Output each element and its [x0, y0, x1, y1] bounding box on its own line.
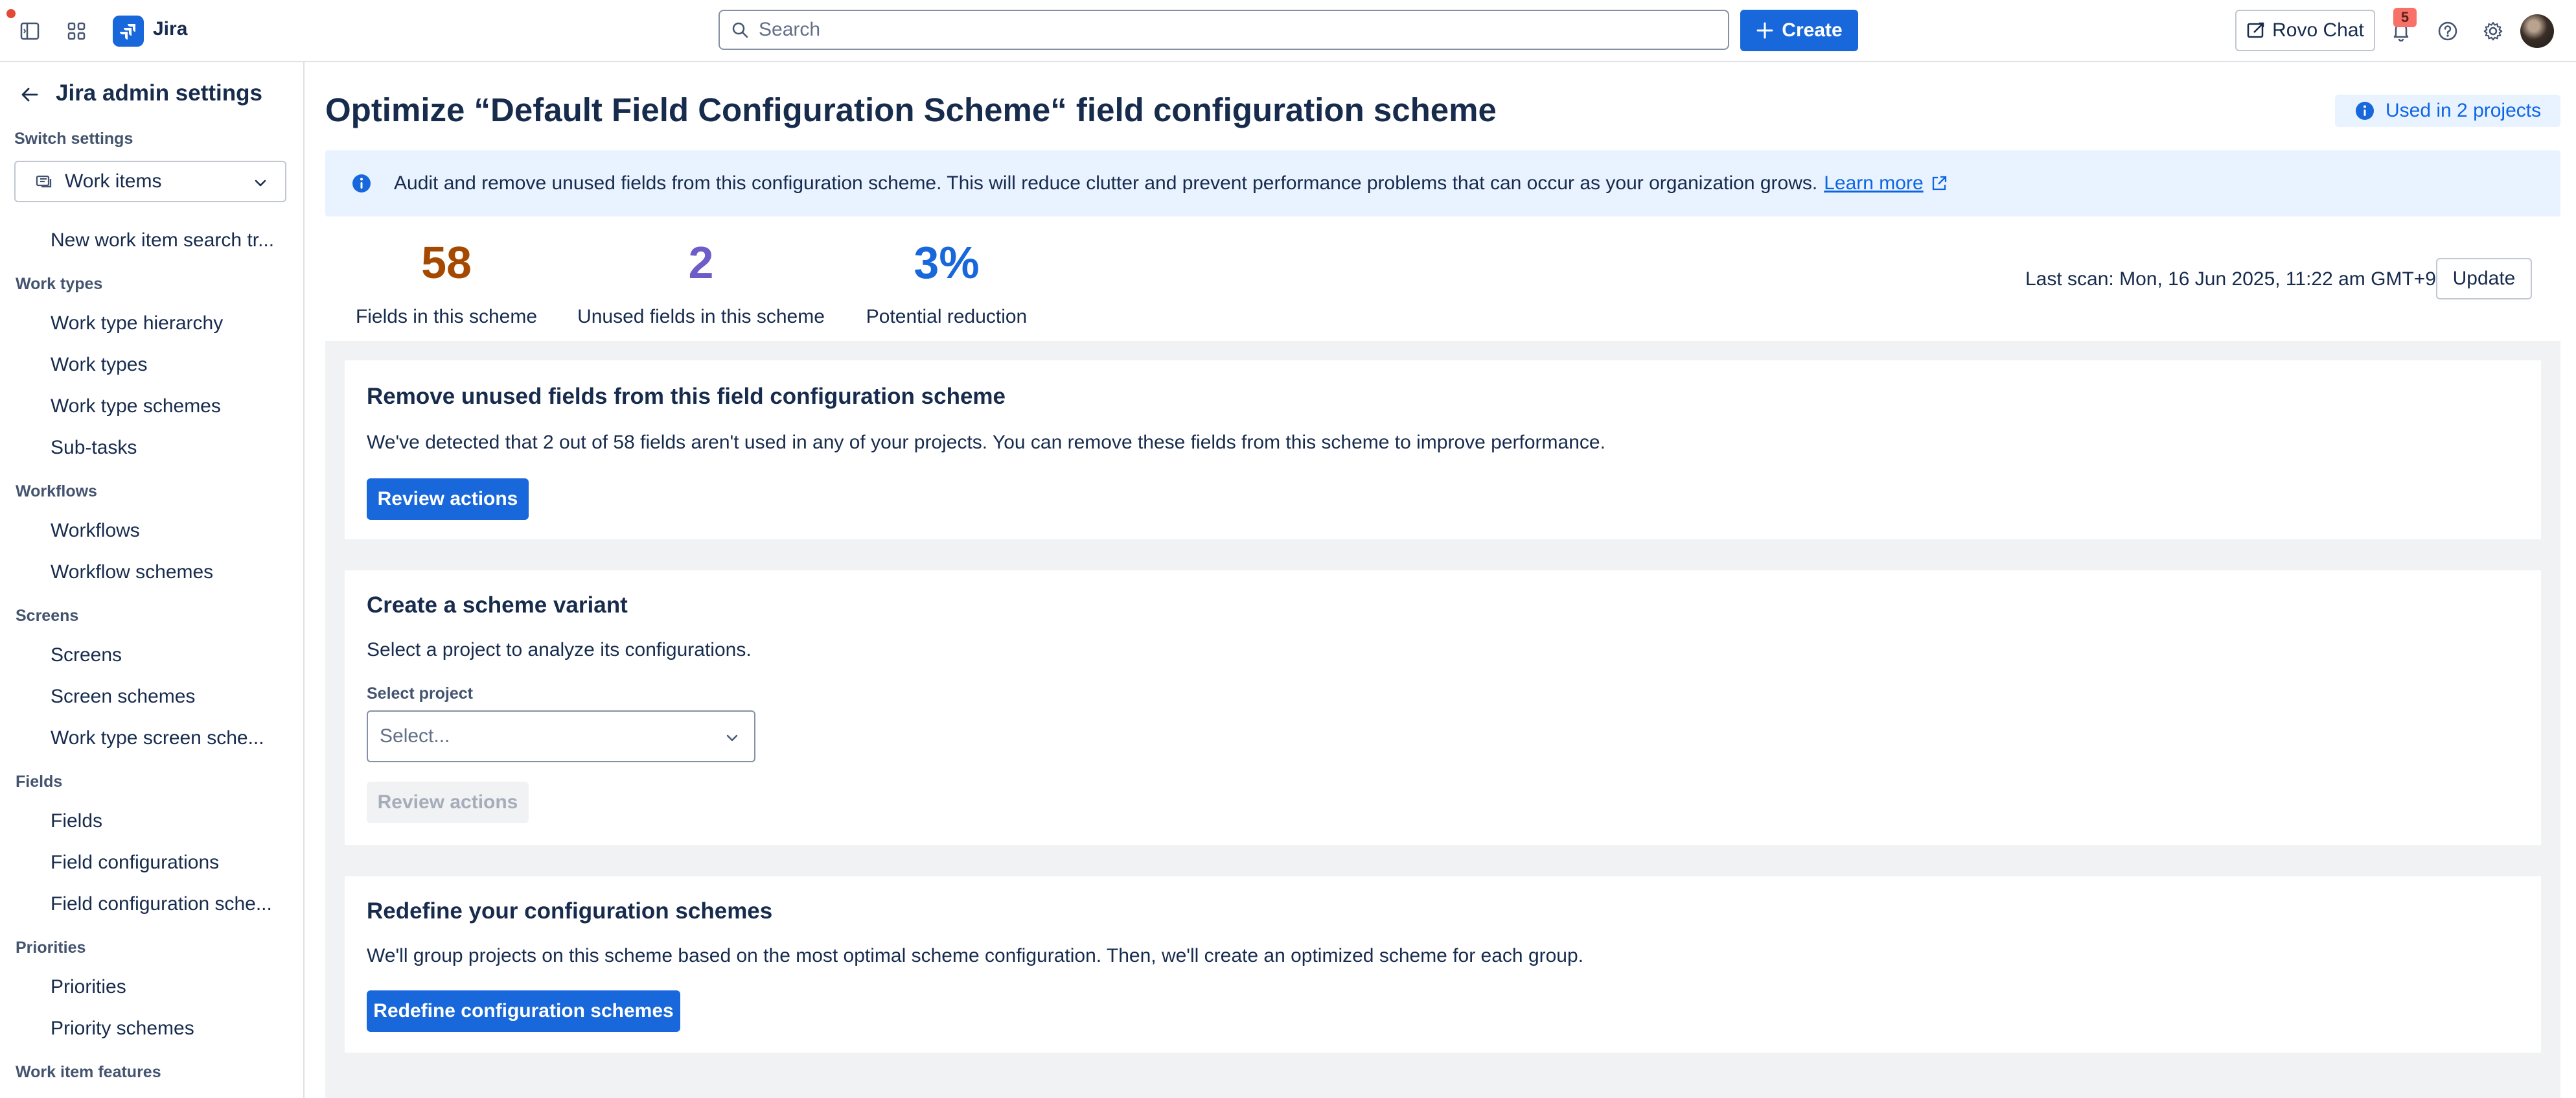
card-description: We've detected that 2 out of 58 fields a…	[367, 432, 1605, 453]
sidebar-item-field-configurations[interactable]: Field configurations	[51, 852, 219, 874]
sidebar-item-work-type-screen-schemes[interactable]: Work type screen sche...	[51, 727, 264, 749]
stat-value: 3%	[914, 237, 980, 288]
top-navigation-bar: Jira Create Rovo Chat 5	[0, 0, 2576, 62]
info-banner: Audit and remove unused fields from this…	[325, 150, 2560, 216]
sidebar-title: Jira admin settings	[56, 80, 262, 106]
sidebar-group-fields: Fields	[16, 773, 63, 791]
search-input[interactable]	[759, 19, 1666, 41]
sidebar-item-work-type-hierarchy[interactable]: Work type hierarchy	[51, 312, 223, 334]
switch-settings-select[interactable]: Work items	[14, 161, 286, 202]
stat-label: Potential reduction	[866, 306, 1028, 327]
sidebar-group-work-types: Work types	[16, 275, 103, 293]
stat-label: Unused fields in this scheme	[577, 306, 825, 327]
sidebar-item-workflows[interactable]: Workflows	[51, 520, 140, 542]
search-box[interactable]	[719, 10, 1729, 50]
sidebar-item-priorities[interactable]: Priorities	[51, 976, 126, 998]
info-icon	[352, 174, 371, 193]
sidebar-item-workflow-schemes[interactable]: Workflow schemes	[51, 561, 213, 583]
external-link-icon	[1932, 176, 1946, 191]
chevron-down-icon	[255, 180, 266, 187]
avatar[interactable]	[2520, 14, 2554, 48]
switch-settings-value: Work items	[65, 170, 162, 192]
chevron-down-icon	[726, 734, 738, 742]
jira-logo-icon[interactable]	[113, 16, 144, 47]
stat-fields-in-scheme: 58 Fields in this scheme	[351, 240, 542, 328]
used-in-projects-label: Used in 2 projects	[2386, 100, 2542, 121]
work-items-icon	[36, 175, 52, 188]
info-banner-text: Audit and remove unused fields from this…	[394, 172, 1818, 194]
back-arrow-icon[interactable]	[16, 80, 44, 109]
card-description: Select a project to analyze its configur…	[367, 639, 752, 660]
last-scan-text: Last scan: Mon, 16 Jun 2025, 11:22 am GM…	[2025, 268, 2436, 290]
rovo-chat-label: Rovo Chat	[2272, 19, 2364, 41]
select-project-label: Select project	[367, 684, 473, 703]
create-button[interactable]: Create	[1740, 10, 1858, 51]
redefine-configuration-schemes-button[interactable]: Redefine configuration schemes	[367, 990, 680, 1032]
app-switcher-icon[interactable]	[60, 14, 93, 48]
search-icon	[732, 22, 748, 38]
sidebar-item-fields[interactable]: Fields	[51, 810, 102, 832]
rovo-chat-icon	[2247, 22, 2264, 38]
stat-value: 58	[421, 237, 472, 288]
card-description: We'll group projects on this scheme base…	[367, 945, 1584, 966]
redefine-schemes-card: Redefine your configuration schemes We'l…	[345, 876, 2541, 1053]
switch-settings-label: Switch settings	[14, 130, 133, 148]
notification-count-badge: 5	[2393, 8, 2417, 27]
stat-value: 2	[688, 237, 714, 288]
sidebar-group-work-item-features: Work item features	[16, 1063, 161, 1081]
sidebar-group-priorities: Priorities	[16, 939, 86, 957]
info-icon	[2356, 102, 2374, 120]
select-project-placeholder: Select...	[380, 725, 450, 747]
brand-name[interactable]: Jira	[153, 18, 187, 40]
sidebar-toggle-icon[interactable]	[13, 14, 47, 48]
sidebar-item-screens[interactable]: Screens	[51, 644, 122, 666]
sidebar: Jira admin settings Switch settings Work…	[0, 62, 305, 1098]
create-button-label: Create	[1782, 19, 1843, 41]
sidebar-group-screens: Screens	[16, 607, 79, 625]
sidebar-item-new-search[interactable]: New work item search tr...	[51, 229, 274, 251]
gear-icon[interactable]	[2476, 14, 2510, 48]
sidebar-item-work-type-schemes[interactable]: Work type schemes	[51, 395, 221, 417]
review-actions-button-disabled[interactable]: Review actions	[367, 782, 529, 823]
card-title: Redefine your configuration schemes	[367, 898, 773, 924]
sidebar-item-field-configuration-schemes[interactable]: Field configuration sche...	[51, 893, 272, 915]
update-button[interactable]: Update	[2436, 258, 2532, 299]
remove-unused-fields-card: Remove unused fields from this field con…	[345, 360, 2541, 539]
sidebar-item-sub-tasks[interactable]: Sub-tasks	[51, 437, 137, 459]
stat-unused-fields: 2 Unused fields in this scheme	[573, 240, 829, 328]
card-title: Create a scheme variant	[367, 592, 628, 618]
create-scheme-variant-card: Create a scheme variant Select a project…	[345, 570, 2541, 845]
card-title: Remove unused fields from this field con…	[367, 384, 1006, 409]
rovo-chat-button[interactable]: Rovo Chat	[2235, 10, 2375, 51]
help-icon[interactable]	[2431, 14, 2465, 48]
sidebar-item-work-types[interactable]: Work types	[51, 354, 148, 376]
learn-more-link[interactable]: Learn more	[1824, 172, 1923, 194]
review-actions-button[interactable]: Review actions	[367, 478, 529, 520]
stat-label: Fields in this scheme	[355, 306, 538, 327]
select-project-dropdown[interactable]: Select...	[367, 710, 755, 762]
used-in-projects-badge[interactable]: Used in 2 projects	[2335, 95, 2560, 127]
sidebar-item-screen-schemes[interactable]: Screen schemes	[51, 686, 195, 708]
plus-icon	[1756, 22, 1773, 39]
sidebar-group-workflows: Workflows	[16, 482, 97, 500]
page-scrollbar[interactable]	[2560, 62, 2576, 1098]
stat-potential-reduction: 3% Potential reduction	[862, 240, 1031, 328]
sidebar-item-priority-schemes[interactable]: Priority schemes	[51, 1018, 194, 1040]
page-title: Optimize “Default Field Configuration Sc…	[325, 91, 1497, 128]
